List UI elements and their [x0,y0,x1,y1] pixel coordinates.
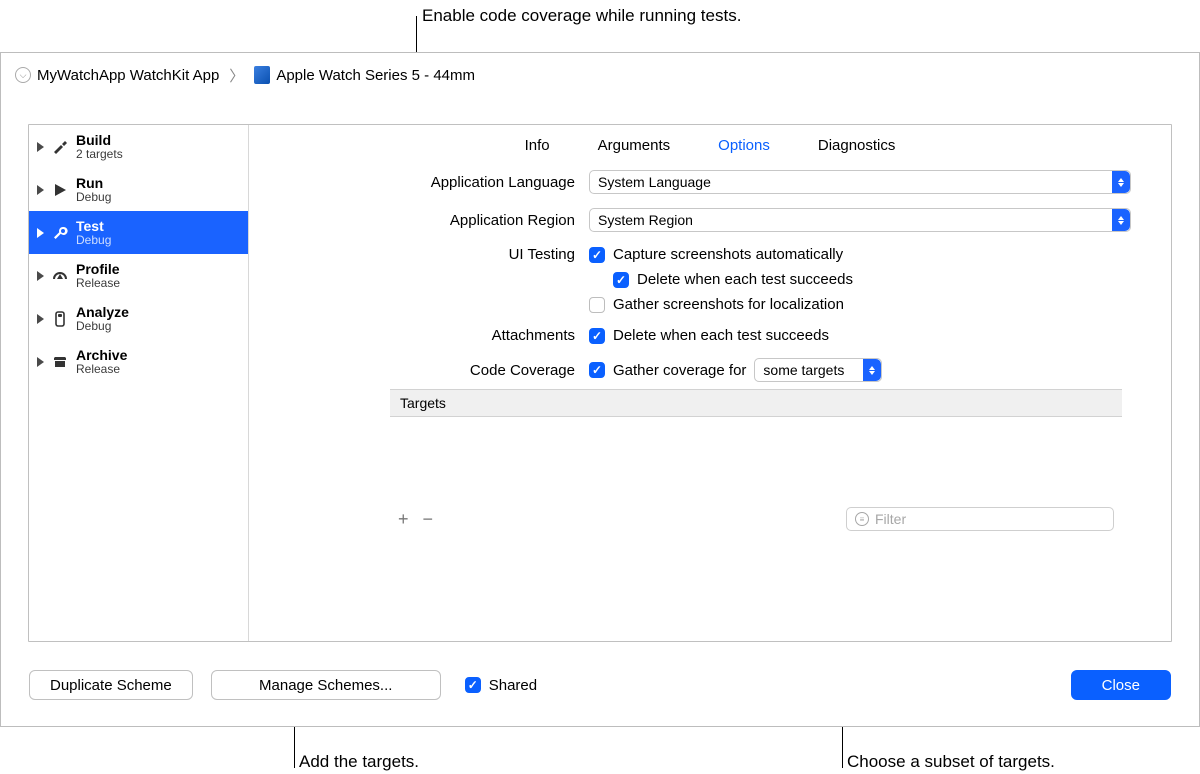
code-coverage-scope-select[interactable]: some targets [754,358,882,382]
manage-schemes-button[interactable]: Manage Schemes... [211,670,441,700]
disclosure-icon [37,314,44,324]
filter-placeholder: Filter [875,511,906,527]
options-form: Application Language System Language App… [249,168,1171,536]
device-name: Apple Watch Series 5 - 44mm [276,67,475,84]
sidebar-item-subtitle: Debug [76,320,129,333]
tab-options[interactable]: Options [718,137,770,154]
select-value: System Region [598,212,693,228]
hammer-icon [51,138,69,156]
wrench-icon [51,224,69,242]
analyze-icon [51,310,69,328]
sidebar-item-title: Build [76,133,123,148]
sidebar-item-title: Archive [76,348,127,363]
capture-screenshots-checkbox[interactable] [589,247,605,263]
targets-header: Targets [390,389,1122,417]
gauge-icon [51,267,69,285]
attachments-delete-checkbox[interactable] [589,328,605,344]
filter-icon: ≡ [855,512,869,526]
disclosure-icon [37,228,44,238]
sidebar-item-build[interactable]: Build 2 targets [29,125,248,168]
sidebar-item-text: Archive Release [76,348,127,376]
sidebar-item-text: Run Debug [76,176,111,204]
remove-target-button[interactable]: − [423,509,434,530]
scheme-editor-window: ⌵ MyWatchApp WatchKit App 〉 Apple Watch … [0,52,1200,727]
targets-list[interactable] [390,417,1122,503]
delete-screenshots-label: Delete when each test succeeds [637,271,853,288]
archive-icon [51,353,69,371]
sidebar-item-text: Profile Release [76,262,120,290]
targets-panel: Targets + − ≡ Filter [389,388,1123,536]
sidebar-item-subtitle: 2 targets [76,148,123,161]
scheme-breadcrumb[interactable]: ⌵ MyWatchApp WatchKit App 〉 Apple Watch … [1,53,1199,97]
capture-screenshots-label: Capture screenshots automatically [613,246,843,263]
sidebar-item-text: Analyze Debug [76,305,129,333]
application-language-label: Application Language [289,174,589,191]
device-icon [254,66,270,84]
scheme-icon: ⌵ [15,67,31,83]
disclosure-icon [37,271,44,281]
sidebar-item-text: Build 2 targets [76,133,123,161]
sidebar-item-test[interactable]: Test Debug [29,211,248,254]
disclosure-icon [37,142,44,152]
sidebar-item-archive[interactable]: Archive Release [29,340,248,383]
select-value: some targets [763,362,844,378]
sidebar-item-run[interactable]: Run Debug [29,168,248,211]
sidebar-item-profile[interactable]: Profile Release [29,254,248,297]
stepper-icon [1112,171,1130,193]
sidebar-item-title: Test [76,219,111,234]
scheme-name: MyWatchApp WatchKit App [37,67,219,84]
annotation-top: Enable code coverage while running tests… [422,6,741,26]
application-language-select[interactable]: System Language [589,170,1131,194]
disclosure-icon [37,357,44,367]
sidebar-item-text: Test Debug [76,219,111,247]
annotation-bottom-right: Choose a subset of targets. [847,752,1055,772]
content-area: Info Arguments Options Diagnostics Appli… [249,125,1171,641]
application-region-label: Application Region [289,212,589,229]
select-value: System Language [598,174,711,190]
bottom-bar: Duplicate Scheme Manage Schemes... Share… [29,670,1171,700]
sidebar-item-title: Analyze [76,305,129,320]
ui-testing-label: UI Testing [289,246,589,263]
tab-bar: Info Arguments Options Diagnostics [249,125,1171,168]
disclosure-icon [37,185,44,195]
close-button[interactable]: Close [1071,670,1171,700]
sidebar-item-subtitle: Debug [76,191,111,204]
sidebar-item-title: Profile [76,262,120,277]
sidebar-item-subtitle: Debug [76,234,111,247]
code-coverage-label: Code Coverage [289,362,589,379]
scheme-action-sidebar: Build 2 targets Run Debug [29,125,249,641]
gather-localization-checkbox[interactable] [589,297,605,313]
tab-info[interactable]: Info [525,137,550,154]
stepper-icon [1112,209,1130,231]
main-pane: Build 2 targets Run Debug [28,124,1172,642]
code-coverage-checkbox[interactable] [589,362,605,378]
add-target-button[interactable]: + [398,509,409,530]
attachments-delete-label: Delete when each test succeeds [613,327,829,344]
tab-arguments[interactable]: Arguments [598,137,671,154]
code-coverage-text: Gather coverage for [613,362,746,379]
tab-diagnostics[interactable]: Diagnostics [818,137,896,154]
shared-group: Shared [465,677,537,694]
sidebar-item-subtitle: Release [76,363,127,376]
sidebar-item-analyze[interactable]: Analyze Debug [29,297,248,340]
gather-localization-label: Gather screenshots for localization [613,296,844,313]
duplicate-scheme-button[interactable]: Duplicate Scheme [29,670,193,700]
targets-footer: + − ≡ Filter [390,503,1122,535]
stepper-icon [863,359,881,381]
shared-label: Shared [489,677,537,694]
sidebar-item-subtitle: Release [76,277,120,290]
shared-checkbox[interactable] [465,677,481,693]
sidebar-item-title: Run [76,176,111,191]
delete-screenshots-checkbox[interactable] [613,272,629,288]
breadcrumb-chevron-icon: 〉 [225,65,248,86]
attachments-label: Attachments [289,327,589,344]
annotation-bottom-left: Add the targets. [299,752,419,772]
application-region-select[interactable]: System Region [589,208,1131,232]
play-icon [51,181,69,199]
targets-filter-input[interactable]: ≡ Filter [846,507,1114,531]
